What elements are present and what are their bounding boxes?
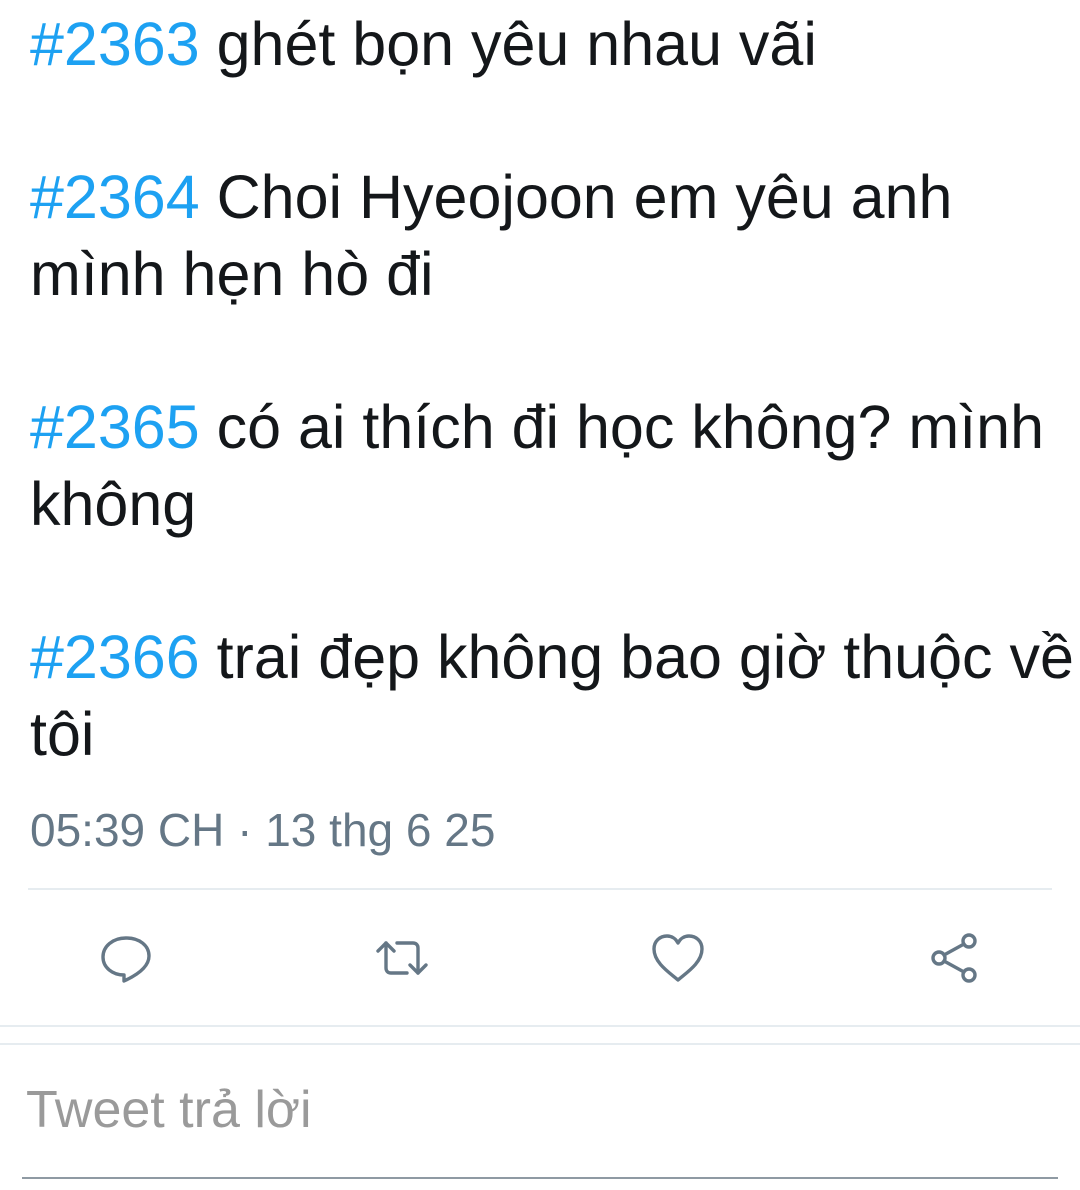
like-button[interactable] bbox=[648, 928, 708, 988]
divider bbox=[0, 1025, 1080, 1027]
hashtag-link[interactable]: #2364 bbox=[30, 163, 200, 231]
post-2365: #2365 có ai thích đi học không? mình khô… bbox=[30, 389, 1075, 543]
hashtag-link[interactable]: #2365 bbox=[30, 393, 200, 461]
reply-input-underline bbox=[22, 1177, 1058, 1179]
post-text: ghét bọn yêu nhau vãi bbox=[216, 10, 817, 78]
reply-button[interactable] bbox=[96, 928, 156, 988]
hashtag-link[interactable]: #2363 bbox=[30, 10, 200, 78]
divider bbox=[28, 888, 1052, 890]
speech-bubble-icon bbox=[101, 936, 151, 983]
retweet-icon bbox=[376, 941, 428, 975]
post-2363: #2363 ghét bọn yêu nhau vãi bbox=[30, 6, 1075, 83]
post-2366: #2366 trai đẹp không bao giờ thuộc về tô… bbox=[30, 619, 1075, 773]
share-icon bbox=[931, 933, 977, 983]
tweet-timestamp[interactable]: 05:39 CH · 13 thg 6 25 bbox=[30, 800, 495, 860]
reply-composer bbox=[22, 1070, 1062, 1150]
heart-icon bbox=[652, 934, 704, 982]
post-2364: #2364 Choi Hyeojoon em yêu anh mình hẹn … bbox=[30, 159, 1075, 313]
divider bbox=[0, 1043, 1080, 1045]
action-bar bbox=[0, 928, 1080, 988]
retweet-button[interactable] bbox=[372, 928, 432, 988]
tweet-body: #2363 ghét bọn yêu nhau vãi #2364 Choi H… bbox=[30, 6, 1075, 849]
reply-input[interactable] bbox=[22, 1070, 1062, 1150]
share-button[interactable] bbox=[924, 928, 984, 988]
hashtag-link[interactable]: #2366 bbox=[30, 623, 200, 691]
